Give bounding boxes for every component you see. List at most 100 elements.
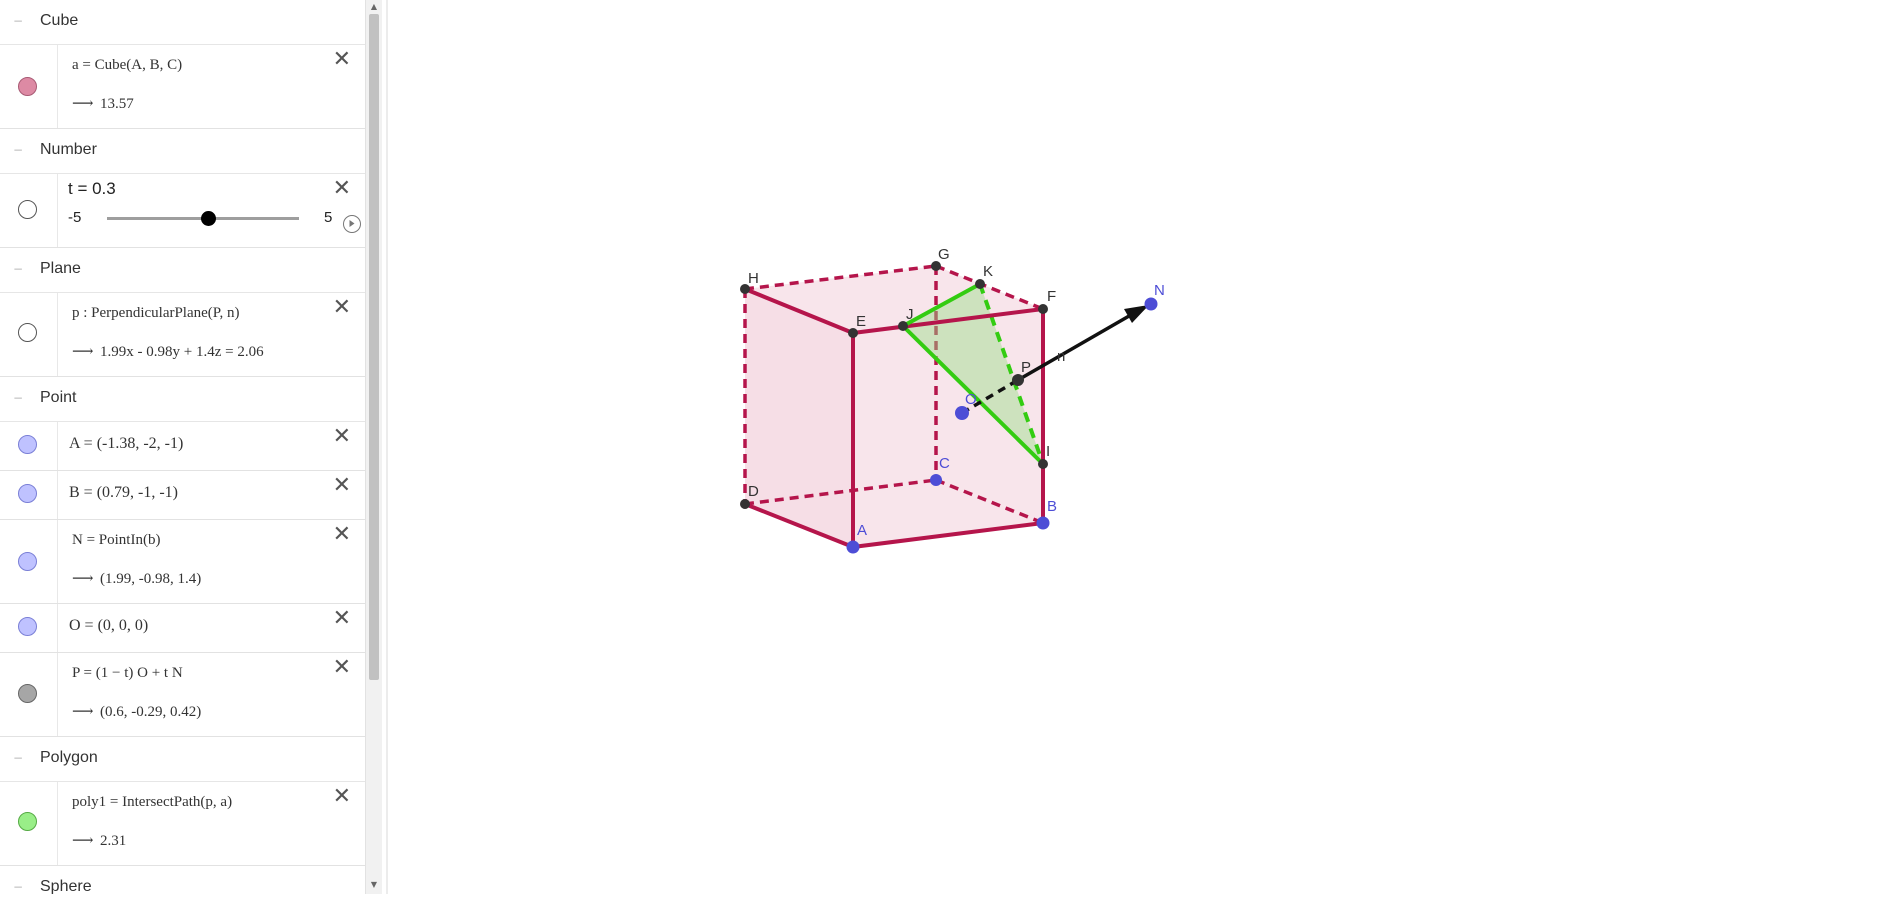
- output-arrow-icon: ⟶: [72, 344, 94, 360]
- label-n-vector: n: [1057, 348, 1065, 365]
- point-i[interactable]: [1038, 459, 1048, 469]
- collapse-icon[interactable]: −: [12, 15, 24, 27]
- visibility-marble[interactable]: [18, 812, 37, 831]
- visibility-marble[interactable]: [18, 323, 37, 342]
- marble-column: [0, 653, 58, 736]
- point-n-value: (1.99, -0.98, 1.4): [100, 571, 202, 587]
- point-a[interactable]: [846, 540, 860, 554]
- graphics-3d-view[interactable]: H G F E D C A B J K I O P n N: [388, 0, 1880, 894]
- point-p-value: (0.6, -0.29, 0.42): [100, 704, 202, 720]
- label-c: C: [939, 455, 950, 472]
- point-n-output: ⟶ (1.99, -0.98, 1.4): [72, 569, 201, 588]
- label-n: N: [1154, 282, 1165, 299]
- delete-icon[interactable]: ✕: [333, 49, 351, 71]
- label-f: F: [1047, 288, 1056, 305]
- algebra-item-cube[interactable]: a = Cube(A, B, C) ⟶ 13.57 ✕: [0, 45, 365, 129]
- delete-icon[interactable]: ✕: [333, 426, 351, 448]
- play-icon[interactable]: [343, 215, 361, 233]
- visibility-marble[interactable]: [18, 684, 37, 703]
- point-a-text[interactable]: A = (-1.38, -2, -1): [69, 435, 183, 453]
- slider-text[interactable]: t = 0.3: [68, 179, 116, 199]
- label-k: K: [983, 263, 993, 280]
- label-p: P: [1021, 359, 1031, 376]
- cube-output: ⟶ 13.57: [72, 94, 134, 113]
- algebra-item-point-n[interactable]: N = PointIn(b) ⟶ (1.99, -0.98, 1.4) ✕: [0, 520, 365, 604]
- algebra-scrollbar[interactable]: ▲ ▼: [365, 0, 382, 894]
- marble-column: [0, 471, 58, 519]
- label-b: B: [1047, 498, 1057, 515]
- algebra-item-point-o[interactable]: O = (0, 0, 0) ✕: [0, 604, 365, 653]
- point-n-definition[interactable]: N = PointIn(b): [72, 532, 160, 549]
- group-title: Sphere: [40, 878, 92, 894]
- vector-arrowhead-icon: [1124, 305, 1149, 323]
- output-arrow-icon: ⟶: [72, 833, 94, 849]
- delete-icon[interactable]: ✕: [333, 475, 351, 497]
- point-b[interactable]: [1036, 516, 1050, 530]
- delete-icon[interactable]: ✕: [333, 178, 351, 200]
- point-d[interactable]: [740, 499, 750, 509]
- algebra-item-plane[interactable]: p : PerpendicularPlane(P, n) ⟶ 1.99x - 0.…: [0, 293, 365, 377]
- group-header-plane[interactable]: − Plane: [0, 248, 365, 293]
- cube-definition[interactable]: a = Cube(A, B, C): [72, 57, 182, 74]
- visibility-marble[interactable]: [18, 617, 37, 636]
- point-k[interactable]: [975, 279, 985, 289]
- point-n[interactable]: [1144, 297, 1158, 311]
- group-header-number[interactable]: − Number: [0, 129, 365, 174]
- point-o[interactable]: [955, 406, 969, 420]
- plane-definition[interactable]: p : PerpendicularPlane(P, n): [72, 305, 239, 322]
- label-g: G: [938, 246, 950, 263]
- delete-icon[interactable]: ✕: [333, 786, 351, 808]
- group-title: Plane: [40, 260, 81, 277]
- collapse-icon[interactable]: −: [12, 144, 24, 156]
- visibility-marble[interactable]: [18, 435, 37, 454]
- output-arrow-icon: ⟶: [72, 571, 94, 587]
- visibility-marble[interactable]: [18, 484, 37, 503]
- algebra-item-point-p[interactable]: P = (1 − t) O + t N ⟶ (0.6, -0.29, 0.42) …: [0, 653, 365, 737]
- collapse-icon[interactable]: −: [12, 392, 24, 404]
- label-j: J: [906, 306, 914, 323]
- delete-icon[interactable]: ✕: [333, 524, 351, 546]
- algebra-item-point-a[interactable]: A = (-1.38, -2, -1) ✕: [0, 422, 365, 471]
- point-p-definition[interactable]: P = (1 − t) O + t N: [72, 665, 183, 682]
- point-f[interactable]: [1038, 304, 1048, 314]
- marble-column: [0, 293, 58, 376]
- group-header-sphere[interactable]: − Sphere: [0, 866, 365, 894]
- group-header-polygon[interactable]: − Polygon: [0, 737, 365, 782]
- marble-column: [0, 422, 58, 470]
- scroll-up-icon[interactable]: ▲: [366, 0, 382, 14]
- group-header-point[interactable]: − Point: [0, 377, 365, 422]
- cube-value: 13.57: [100, 96, 134, 112]
- slider-knob[interactable]: [201, 211, 217, 226]
- scroll-thumb[interactable]: [369, 14, 379, 680]
- label-o: O: [965, 391, 977, 408]
- marble-column: [0, 604, 58, 652]
- group-title: Point: [40, 389, 77, 406]
- algebra-item-polygon[interactable]: poly1 = IntersectPath(p, a) ⟶ 2.31 ✕: [0, 782, 365, 866]
- visibility-marble[interactable]: [18, 200, 37, 219]
- visibility-marble[interactable]: [18, 77, 37, 96]
- visibility-marble[interactable]: [18, 552, 37, 571]
- plane-value: 1.99x - 0.98y + 1.4z = 2.06: [100, 344, 264, 360]
- group-title: Number: [40, 141, 97, 158]
- delete-icon[interactable]: ✕: [333, 608, 351, 630]
- algebra-item-slider[interactable]: t = 0.3 -5 5 ✕: [0, 174, 365, 248]
- delete-icon[interactable]: ✕: [333, 657, 351, 679]
- scroll-down-icon[interactable]: ▼: [366, 878, 382, 892]
- point-c[interactable]: [930, 474, 942, 486]
- graphics-canvas[interactable]: H G F E D C A B J K I O P n N: [388, 0, 1880, 894]
- marble-column: [0, 174, 58, 247]
- polygon-value: 2.31: [100, 833, 127, 849]
- polygon-definition[interactable]: poly1 = IntersectPath(p, a): [72, 794, 232, 811]
- delete-icon[interactable]: ✕: [333, 297, 351, 319]
- point-o-text[interactable]: O = (0, 0, 0): [69, 617, 148, 635]
- marble-column: [0, 45, 58, 128]
- algebra-item-point-b[interactable]: B = (0.79, -1, -1) ✕: [0, 471, 365, 520]
- collapse-icon[interactable]: −: [12, 752, 24, 764]
- group-title: Cube: [40, 12, 79, 29]
- point-b-text[interactable]: B = (0.79, -1, -1): [69, 484, 178, 502]
- group-header-cube[interactable]: − Cube: [0, 0, 365, 45]
- label-i: I: [1046, 443, 1050, 460]
- collapse-icon[interactable]: −: [12, 263, 24, 275]
- group-title: Polygon: [40, 749, 98, 766]
- collapse-icon[interactable]: −: [12, 881, 24, 893]
